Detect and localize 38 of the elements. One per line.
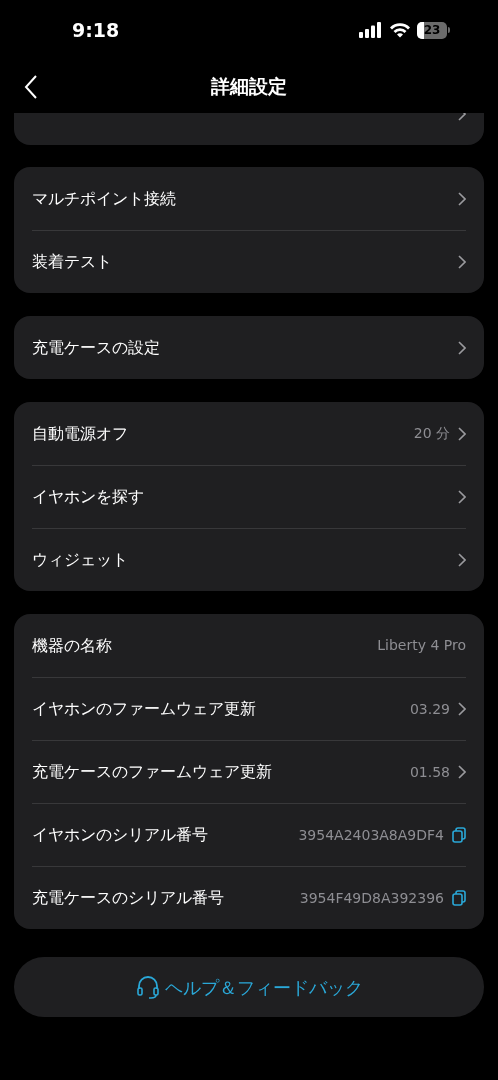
setting-label: ウィジェット <box>32 549 128 571</box>
settings-row[interactable]: 機器の名称 Liberty 4 Pro <box>32 614 466 677</box>
copy-icon[interactable] <box>452 827 466 843</box>
setting-label: 充電ケースのファームウェア更新 <box>32 761 272 783</box>
settings-row[interactable]: イヤホンのシリアル番号 3954A2403A8A9DF4 <box>32 803 466 866</box>
setting-label: 充電ケースの設定 <box>32 336 160 359</box>
setting-value: 03.29 <box>409 699 450 719</box>
settings-row[interactable]: 充電ケースのシリアル番号 3954F49D8A392396 <box>32 866 466 929</box>
setting-label: 充電ケースのシリアル番号 <box>32 887 224 909</box>
setting-value: 3954F49D8A392396 <box>299 888 444 908</box>
settings-row[interactable]: イヤホンを探す <box>32 465 466 528</box>
back-icon[interactable] <box>24 73 38 100</box>
copy-icon[interactable] <box>452 890 466 906</box>
settings-row[interactable]: 充電ケースの設定 <box>32 316 466 379</box>
setting-label: 自動電源オフ <box>32 422 128 445</box>
settings-row[interactable]: マルチポイント接続 <box>32 167 466 230</box>
setting-label: 装着テスト <box>32 251 112 273</box>
setting-label: 機器の名称 <box>32 634 112 657</box>
settings-row[interactable]: 充電ケースのファームウェア更新 01.58 <box>32 740 466 803</box>
signal-icon <box>359 22 383 38</box>
wifi-icon <box>389 22 411 38</box>
setting-label: マルチポイント接続 <box>32 187 176 210</box>
battery-icon: 23 <box>417 21 450 39</box>
status-time: 9:18 <box>72 17 120 43</box>
setting-value: 20 分 <box>413 424 450 443</box>
help-feedback-button[interactable]: ヘルプ＆フィードバック <box>14 957 484 1017</box>
page-title: 詳細設定 <box>211 74 287 100</box>
setting-label: イヤホンのシリアル番号 <box>32 824 208 846</box>
setting-value: Liberty 4 Pro <box>377 636 466 655</box>
setting-label: イヤホンのファームウェア更新 <box>32 698 256 720</box>
headset-icon <box>135 974 161 1000</box>
settings-row[interactable]: 装着テスト <box>32 230 466 293</box>
setting-value: 01.58 <box>409 762 450 782</box>
setting-label: イヤホンを探す <box>32 486 144 508</box>
settings-row[interactable]: 自動電源オフ 20 分 <box>32 402 466 465</box>
settings-row[interactable]: ウィジェット <box>32 528 466 591</box>
setting-value: 3954A2403A8A9DF4 <box>298 825 444 845</box>
settings-row[interactable]: イヤホンのファームウェア更新 03.29 <box>32 677 466 740</box>
